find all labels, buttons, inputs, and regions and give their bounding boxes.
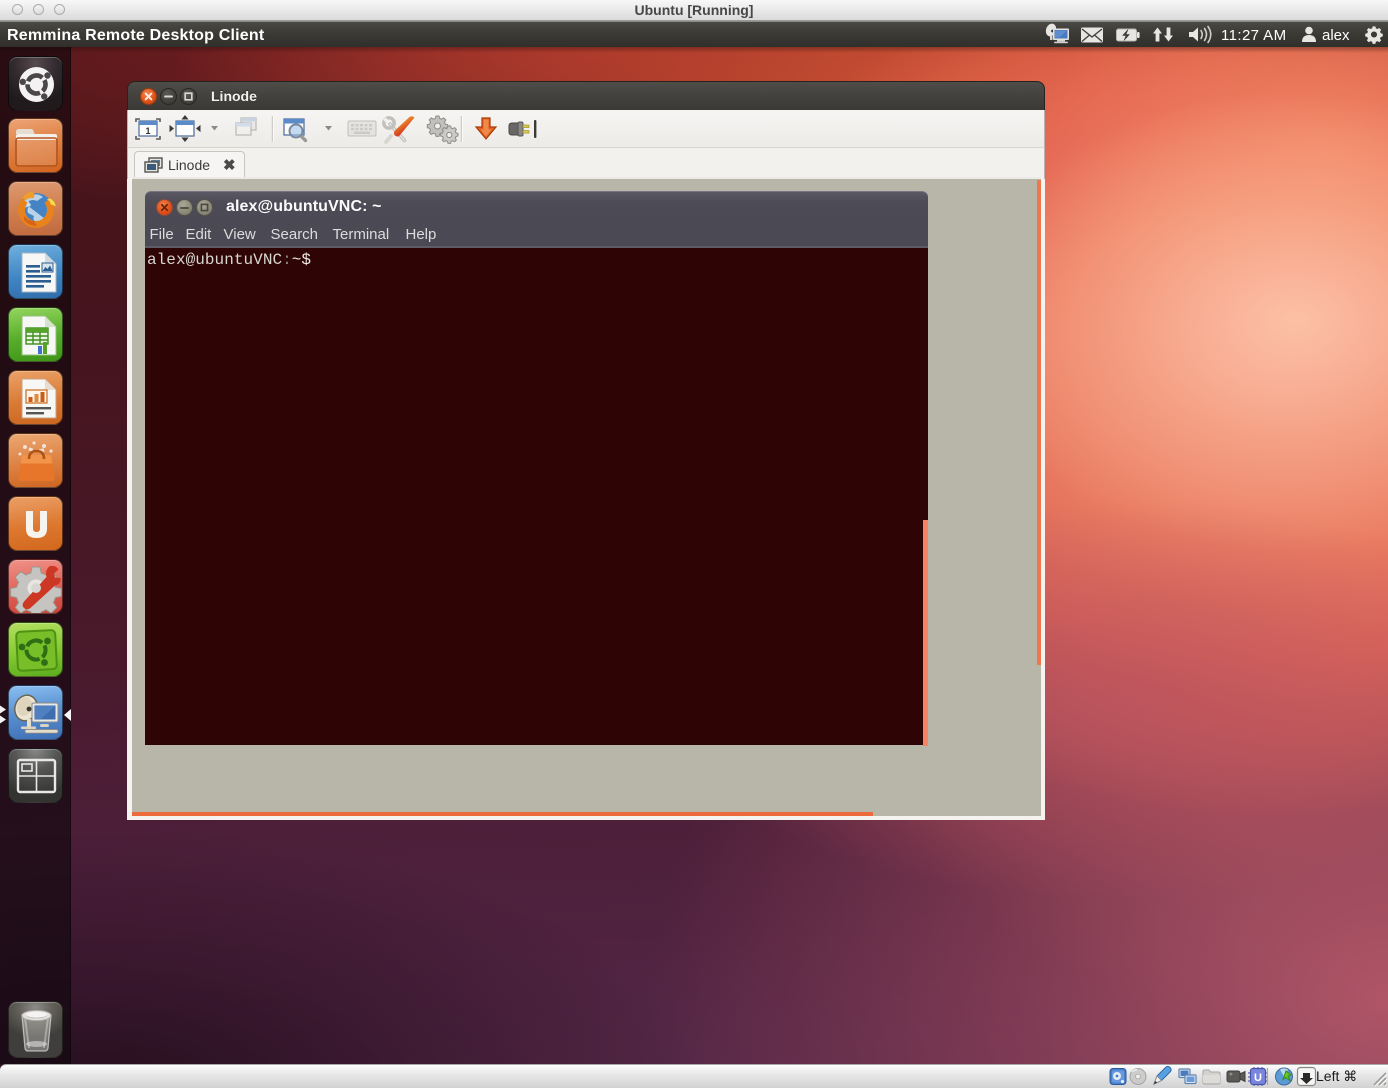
svg-text:U: U: [1254, 1072, 1262, 1084]
svg-text:1: 1: [145, 126, 150, 136]
